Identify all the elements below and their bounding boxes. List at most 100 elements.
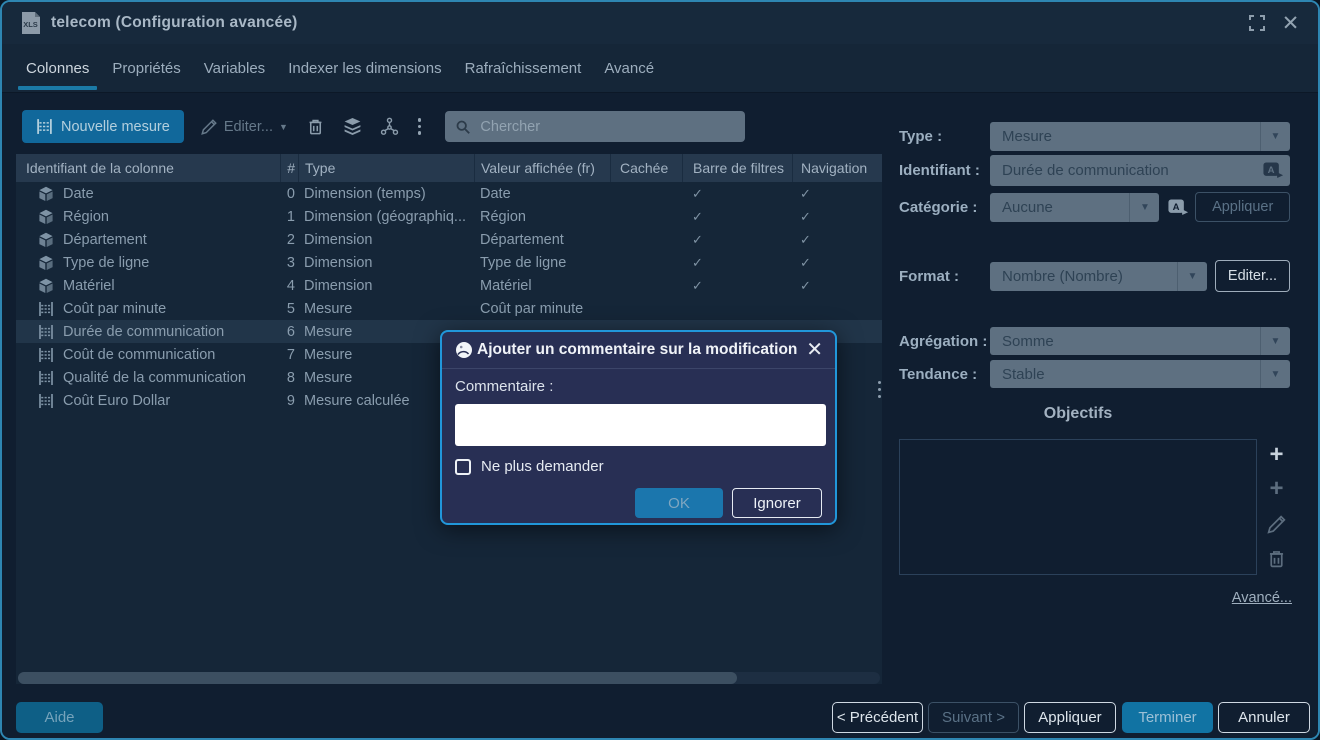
- dimension-cube-icon: [38, 232, 54, 248]
- tab-label: Propriétés: [112, 60, 180, 77]
- table-row[interactable]: Coût par minute 5 Mesure Coût par minute: [16, 297, 882, 320]
- tab-propri-t-s[interactable]: Propriétés: [104, 44, 188, 92]
- column-index: 5: [280, 301, 298, 317]
- dimension-cube-icon: [38, 209, 54, 225]
- advanced-link[interactable]: Avancé...: [1157, 590, 1292, 606]
- tab-rafra-chissement[interactable]: Rafraîchissement: [457, 44, 590, 92]
- header-display-value[interactable]: Valeur affichée (fr): [474, 154, 610, 182]
- header-hidden[interactable]: Cachée: [610, 154, 682, 182]
- new-measure-button[interactable]: Nouvelle mesure: [22, 110, 184, 143]
- column-display-value: Région: [474, 209, 610, 225]
- translate-icon[interactable]: A: [1167, 199, 1189, 216]
- tab-avanc-[interactable]: Avancé: [596, 44, 662, 92]
- header-identifiant[interactable]: Identifiant de la colonne: [16, 154, 280, 182]
- comment-dialog: Ajouter un commentaire sur la modificati…: [440, 330, 837, 525]
- format-dropdown[interactable]: Nombre (Nombre) ▼: [990, 262, 1207, 291]
- app-logo-icon: [455, 341, 473, 359]
- objectives-list[interactable]: [899, 439, 1257, 575]
- column-display-value: Département: [474, 232, 610, 248]
- table-row[interactable]: Type de ligne 3 Dimension Type de ligne …: [16, 251, 882, 274]
- header-type[interactable]: Type: [298, 154, 474, 182]
- cancel-button[interactable]: Annuler: [1218, 702, 1310, 733]
- table-row[interactable]: Date 0 Dimension (temps) Date ✓ ✓: [16, 182, 882, 205]
- column-index: 3: [280, 255, 298, 271]
- previous-button[interactable]: < Précédent: [832, 702, 923, 733]
- add-objective-secondary-icon[interactable]: +: [1266, 479, 1287, 500]
- chevron-down-icon[interactable]: ▼: [279, 122, 288, 132]
- header-index[interactable]: #: [280, 154, 298, 182]
- more-options-icon[interactable]: [418, 118, 422, 135]
- column-identifier: Département: [63, 232, 147, 248]
- edit-button[interactable]: Editer... ▼: [200, 118, 288, 136]
- row-type-icon: [38, 278, 54, 294]
- chevron-down-icon: ▼: [1260, 327, 1290, 355]
- column-navigation-check: ✓: [792, 255, 882, 271]
- layers-icon[interactable]: [343, 117, 362, 136]
- maximize-icon[interactable]: [1247, 14, 1266, 33]
- measure-abacus-icon: [38, 324, 54, 340]
- columns-toolbar: Nouvelle mesure Editer... ▼: [22, 110, 745, 143]
- column-type: Dimension: [298, 278, 474, 294]
- column-display-value: Date: [474, 186, 610, 202]
- measure-abacus-icon: [38, 347, 54, 363]
- measure-abacus-icon: [38, 393, 54, 409]
- column-type: Mesure: [298, 301, 474, 317]
- translate-icon[interactable]: A: [1262, 162, 1284, 179]
- scrollbar-thumb[interactable]: [18, 672, 737, 684]
- trend-dropdown[interactable]: Stable ▼: [990, 360, 1290, 388]
- tab-indexer-les-dimensions[interactable]: Indexer les dimensions: [280, 44, 449, 92]
- column-identifier: Date: [63, 186, 94, 202]
- column-filterbar-check: ✓: [682, 232, 792, 248]
- table-row[interactable]: Matériel 4 Dimension Matériel ✓ ✓: [16, 274, 882, 297]
- close-icon[interactable]: ✕: [806, 340, 823, 360]
- dont-ask-checkbox[interactable]: [455, 459, 471, 475]
- horizontal-scrollbar[interactable]: [18, 672, 880, 684]
- type-dropdown[interactable]: Mesure ▼: [990, 122, 1290, 151]
- column-navigation-check: ✓: [792, 209, 882, 225]
- header-filterbar[interactable]: Barre de filtres: [682, 154, 792, 182]
- search-input[interactable]: [480, 119, 735, 135]
- title-bar: XLS telecom (Configuration avancée) ✕: [2, 2, 1318, 44]
- column-identifier: Qualité de la communication: [63, 370, 246, 386]
- row-type-icon: [38, 209, 54, 225]
- column-filterbar-check: ✓: [682, 209, 792, 225]
- tab-label: Colonnes: [26, 60, 89, 77]
- help-button[interactable]: Aide: [16, 702, 103, 733]
- edit-objective-icon[interactable]: [1266, 514, 1287, 535]
- ok-button[interactable]: OK: [635, 488, 723, 518]
- next-button[interactable]: Suivant >: [928, 702, 1019, 733]
- column-index: 0: [280, 186, 298, 202]
- tab-label: Rafraîchissement: [465, 60, 582, 77]
- table-row[interactable]: Région 1 Dimension (géographiq... Région…: [16, 205, 882, 228]
- panel-splitter-handle[interactable]: [878, 381, 881, 398]
- header-navigation[interactable]: Navigation: [792, 154, 882, 182]
- column-navigation-check: ✓: [792, 186, 882, 202]
- delete-objective-icon[interactable]: [1266, 548, 1287, 569]
- tab-variables[interactable]: Variables: [196, 44, 273, 92]
- window-title: telecom (Configuration avancée): [51, 14, 298, 32]
- close-icon[interactable]: ✕: [1281, 14, 1300, 33]
- table-row[interactable]: Département 2 Dimension Département ✓ ✓: [16, 228, 882, 251]
- delete-column-icon[interactable]: [306, 117, 325, 136]
- category-dropdown[interactable]: Aucune ▼: [990, 193, 1159, 222]
- finish-button[interactable]: Terminer: [1122, 702, 1213, 733]
- comment-input[interactable]: [455, 404, 826, 446]
- ignore-button[interactable]: Ignorer: [732, 488, 822, 518]
- column-type: Dimension: [298, 255, 474, 271]
- type-value: Mesure: [990, 128, 1260, 145]
- chevron-down-icon: ▼: [1260, 360, 1290, 388]
- column-identifier: Type de ligne: [63, 255, 149, 271]
- tab-colonnes[interactable]: Colonnes: [18, 44, 97, 92]
- edit-format-button[interactable]: Editer...: [1215, 260, 1290, 292]
- add-objective-icon[interactable]: +: [1266, 445, 1287, 466]
- column-identifier: Durée de communication: [63, 324, 224, 340]
- data-model-nodes-icon[interactable]: [380, 117, 399, 136]
- apply-category-button[interactable]: Appliquer: [1195, 192, 1290, 222]
- aggregation-dropdown[interactable]: Somme ▼: [990, 327, 1290, 355]
- chevron-down-icon: ▼: [1260, 122, 1290, 151]
- row-type-icon: [38, 370, 54, 386]
- chevron-down-icon: ▼: [1177, 262, 1207, 291]
- apply-button[interactable]: Appliquer: [1024, 702, 1116, 733]
- identifier-input[interactable]: [990, 155, 1256, 186]
- category-label: Catégorie :: [899, 199, 990, 216]
